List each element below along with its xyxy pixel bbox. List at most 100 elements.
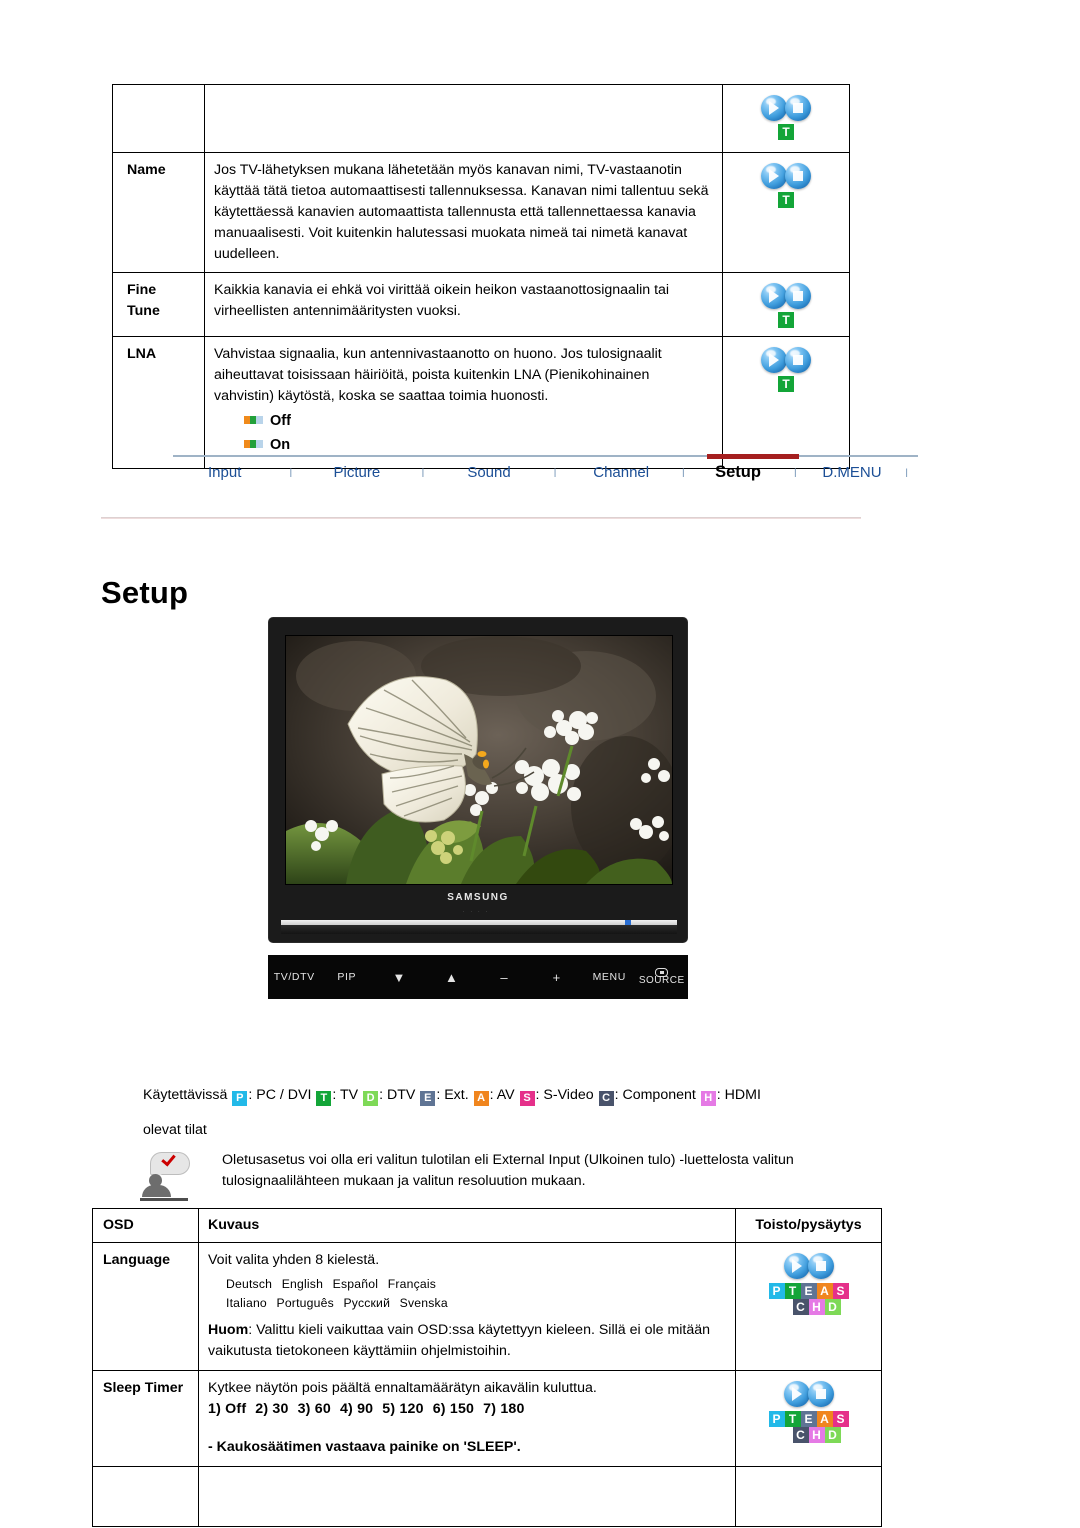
control-source[interactable]: SOURCE xyxy=(636,968,689,986)
badge-A: A xyxy=(816,1282,833,1299)
nav-item-picture[interactable]: Picture xyxy=(305,464,408,481)
row-icons: T xyxy=(722,336,850,469)
table-row-sleep-timer: Sleep Timer Kytkee näytön pois päältä en… xyxy=(92,1369,882,1468)
mode-badges: T xyxy=(732,192,840,208)
lang-italiano: Italiano xyxy=(226,1296,267,1311)
row-description-lna: Vahvistaa signaalia, kun antennivastaano… xyxy=(204,336,723,469)
badge-T: T xyxy=(778,124,794,140)
control-plus-icon[interactable]: + xyxy=(531,970,584,985)
row-icons: T xyxy=(722,84,850,153)
note-label-huom: Huom xyxy=(208,1321,249,1338)
badge-C: C xyxy=(792,1426,809,1443)
legend-badge-P: P xyxy=(232,1091,248,1106)
play-stop-icon-pair xyxy=(783,1380,834,1407)
control-tv-dtv[interactable]: TV/DTV xyxy=(268,971,321,983)
table-row: Fine Tune Kaikkia kanavia ei ehkä voi vi… xyxy=(112,272,850,338)
language-list-line2: Italiano Português Русский Svenska xyxy=(226,1294,726,1314)
nav-items: Input I Picture I Sound I Channel I Setu… xyxy=(173,463,918,482)
play-stop-icon-pair xyxy=(783,1252,834,1279)
nav-item-input[interactable]: Input xyxy=(173,464,276,481)
mode-badges: T xyxy=(732,312,840,329)
monitor-base-shadow xyxy=(281,925,677,934)
control-up-arrow-icon[interactable]: ▲ xyxy=(426,970,479,985)
control-source-label: SOURCE xyxy=(638,975,685,986)
monitor-screen-bezel xyxy=(285,635,673,885)
legend-text-C: : Component xyxy=(614,1087,696,1103)
note-block: Oletusasetus voi olla eri valitun tuloti… xyxy=(140,1150,900,1201)
legend-text-S: : S-Video xyxy=(535,1087,594,1103)
mode-badges: PTEAS CHD xyxy=(745,1410,872,1443)
legend-line-2: olevat tilat xyxy=(143,1122,207,1138)
badge-E: E xyxy=(800,1410,817,1427)
table-row: LNA Vahvistaa signaalia, kun antennivast… xyxy=(112,336,850,469)
sleep-option-7: 7) 180 xyxy=(483,1401,525,1418)
row-label-lna: LNA xyxy=(112,336,205,469)
nav-item-channel[interactable]: Channel xyxy=(569,464,672,481)
badge-T: T xyxy=(784,1410,801,1427)
sleep-remote-note: - Kaukosäätimen vastaava painike on 'SLE… xyxy=(208,1439,521,1456)
bullet-tricolor-icon xyxy=(244,416,263,424)
document-page: T Name Jos TV-lähetyksen mukana lähetetä… xyxy=(0,0,1080,1528)
badge-D: D xyxy=(824,1298,841,1315)
legend-text-H: : HDMI xyxy=(716,1087,761,1103)
play-sphere-icon xyxy=(761,163,787,189)
nav-item-dmenu[interactable]: D.MENU xyxy=(809,464,895,481)
monitor-brand-label: SAMSUNG xyxy=(447,892,509,903)
row-icons: T xyxy=(722,272,850,338)
language-list-line1: Deutsch English Español Français xyxy=(226,1275,726,1295)
nav-item-setup[interactable]: Setup xyxy=(694,463,782,482)
play-stop-icon-pair xyxy=(761,95,811,121)
mode-badges: T xyxy=(732,376,840,393)
sleep-option-4: 4) 90 xyxy=(339,1401,374,1418)
lna-option-on: On xyxy=(244,435,713,456)
row-icons-language: PTEAS CHD xyxy=(735,1241,882,1371)
badge-T: T xyxy=(778,192,794,208)
mode-badges: PTEAS CHD xyxy=(745,1282,872,1315)
control-pip[interactable]: PIP xyxy=(321,971,374,983)
lang-portugues: Português xyxy=(276,1296,334,1311)
lang-espanol: Español xyxy=(332,1276,379,1291)
row-icons-empty xyxy=(735,1466,882,1528)
legend-badge-A: A xyxy=(473,1091,489,1106)
nav-separator: I xyxy=(289,465,293,480)
badge-row-2: CHD xyxy=(761,1298,872,1315)
nav-separator: I xyxy=(793,465,798,480)
stop-sphere-icon xyxy=(807,1252,834,1279)
person-base-line xyxy=(140,1198,188,1201)
section-divider xyxy=(101,517,861,519)
lna-description-text: Vahvistaa signaalia, kun antennivastaano… xyxy=(214,346,662,405)
nav-item-sound[interactable]: Sound xyxy=(437,464,540,481)
play-sphere-icon xyxy=(783,1380,810,1407)
badge-P: P xyxy=(768,1410,785,1427)
channel-settings-table: T Name Jos TV-lähetyksen mukana lähetetä… xyxy=(112,84,850,469)
section-navigation-bar[interactable]: Input I Picture I Sound I Channel I Setu… xyxy=(173,454,918,495)
lna-option-off-label: Off xyxy=(270,413,291,429)
language-note: Huom: Valittu kieli vaikuttaa vain OSD:s… xyxy=(208,1320,726,1362)
badge-row-1: PTEAS xyxy=(745,1282,872,1299)
header-toisto-pysaytys: Toisto/pysäytys xyxy=(735,1208,882,1243)
sleep-intro: Kytkee näytön pois päältä ennaltamääräty… xyxy=(208,1379,597,1396)
speech-bubble-icon xyxy=(150,1151,190,1181)
control-minus-icon[interactable]: – xyxy=(478,970,531,985)
row-label-line1: Fine xyxy=(127,282,157,299)
stop-sphere-icon xyxy=(785,163,811,189)
control-down-arrow-icon[interactable]: ▼ xyxy=(373,970,426,985)
badge-T: T xyxy=(778,312,794,329)
badge-A: A xyxy=(816,1410,833,1427)
play-sphere-icon xyxy=(761,283,787,310)
sleep-option-6: 6) 150 xyxy=(432,1401,475,1418)
nav-separator: I xyxy=(904,465,909,480)
language-list: Deutsch English Español Français Italian… xyxy=(208,1275,726,1314)
monitor-product-image: SAMSUNG ···· xyxy=(268,617,688,943)
note-body-huom: : Valittu kieli vaikuttaa vain OSD:ssa k… xyxy=(208,1321,711,1359)
sleep-option-3: 3) 60 xyxy=(297,1401,331,1418)
row-icons: T xyxy=(722,151,850,274)
legend-text-D: : DTV xyxy=(379,1087,416,1103)
row-description: Kaikkia kanavia ei ehkä voi virittää oik… xyxy=(204,272,723,338)
table-row-partial xyxy=(92,1466,882,1528)
table-row: T xyxy=(112,84,850,153)
control-menu[interactable]: MENU xyxy=(583,971,636,983)
row-label-sleep-timer: Sleep Timer xyxy=(92,1369,199,1468)
stop-sphere-icon xyxy=(807,1380,834,1407)
badge-D: D xyxy=(824,1426,841,1443)
